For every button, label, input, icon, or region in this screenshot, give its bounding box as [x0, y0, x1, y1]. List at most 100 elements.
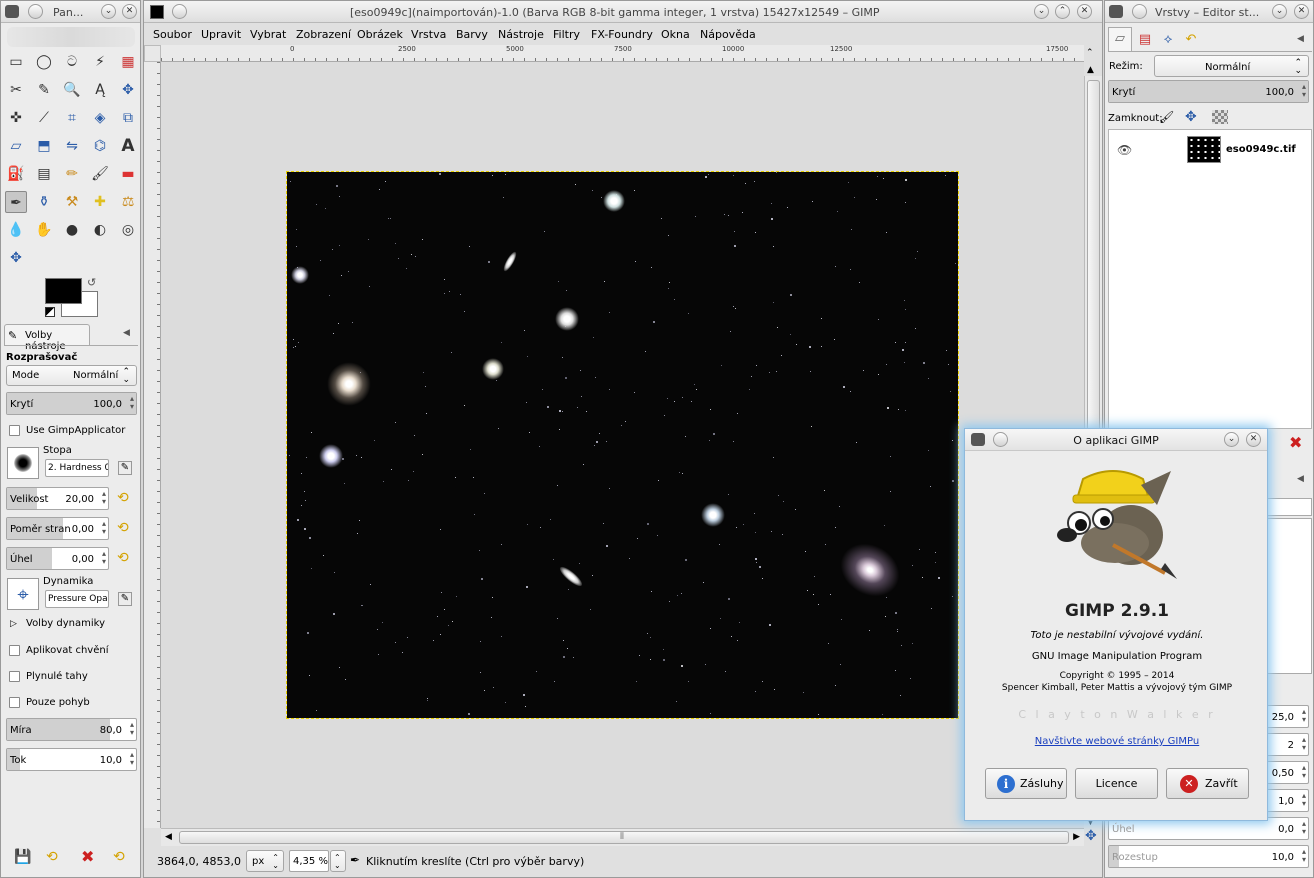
smudge-icon[interactable]: ✋ — [33, 219, 55, 241]
jitter-checkbox[interactable] — [9, 645, 20, 656]
size-slider[interactable]: Velikost 20,00 ▴ ▾ — [6, 487, 109, 510]
save-options-icon[interactable]: 💾 — [14, 849, 31, 865]
swap-colors-icon[interactable]: ↺ — [87, 276, 96, 289]
default-colors-icon[interactable] — [45, 307, 55, 317]
lock-position-icon[interactable]: ✥ — [1185, 109, 1197, 125]
credits-button[interactable]: i Zásluhy — [985, 768, 1067, 799]
foreground-select-icon[interactable]: ✎ — [33, 79, 55, 101]
eraser-icon[interactable]: ▬ — [117, 163, 139, 185]
hscroll-left-icon[interactable]: ◀ — [165, 832, 172, 842]
restore-options-icon[interactable]: ⟲ — [46, 849, 58, 865]
angle-slider[interactable]: Úhel 0,00 ▴ ▾ — [6, 547, 109, 570]
menu-barvy[interactable]: Barvy — [456, 28, 488, 42]
menu-button[interactable] — [1132, 4, 1147, 19]
ellipse-select-icon[interactable]: ◯ — [33, 51, 55, 73]
dynamics-preview[interactable]: ⌖ — [7, 578, 39, 610]
brush-field[interactable]: 2. Hardness 0! — [45, 459, 109, 477]
foreground-color[interactable] — [45, 278, 82, 304]
shear-icon[interactable]: ▱ — [5, 135, 27, 157]
hscroll-right-icon[interactable]: ▶ — [1073, 832, 1080, 842]
menu-filtry[interactable]: Filtry — [553, 28, 580, 42]
perspective-icon[interactable]: ⬒ — [33, 135, 55, 157]
tab-menu-icon[interactable]: ◀ — [123, 328, 130, 338]
tool-options-tab[interactable]: ✎ Volby nástroje — [4, 324, 90, 352]
layer-opacity-slider[interactable]: Krytí 100,0 ▴ ▾ — [1108, 80, 1309, 103]
minimize-button[interactable]: ⌄ — [1034, 4, 1049, 19]
reset-aspect-icon[interactable]: ⟲ — [117, 520, 129, 536]
zoom-icon[interactable]: 🔍 — [61, 79, 83, 101]
nav-up-icon[interactable]: ⌃ — [1086, 48, 1094, 58]
tab-menu-icon[interactable]: ◀ — [1297, 34, 1304, 44]
lock-alpha-icon[interactable] — [1212, 110, 1228, 124]
tab-paths[interactable]: ⟡ — [1157, 29, 1179, 51]
flow-slider[interactable]: Tok 10,0 ▴ ▾ — [6, 748, 137, 771]
menu-soubor[interactable]: Soubor — [153, 28, 192, 42]
clone-icon[interactable]: ⚒ — [61, 191, 83, 213]
reset-options-icon[interactable]: ⟲ — [113, 849, 125, 865]
ink-icon[interactable]: ⚱ — [33, 191, 55, 213]
eye-icon[interactable]: 👁 — [1117, 143, 1132, 157]
lock-pixels-icon[interactable]: 🖌 — [1159, 110, 1174, 124]
mode-combo[interactable]: Mode Normální ⌃ ⌄ — [6, 365, 137, 386]
paths-icon[interactable]: Ą — [89, 79, 111, 101]
delete-options-icon[interactable]: ✖ — [81, 847, 94, 866]
align-icon[interactable]: ✜ — [5, 107, 27, 129]
layer-row[interactable]: 👁 eso0949c.tif — [1109, 132, 1311, 168]
scissors-icon[interactable]: ✂ — [5, 79, 27, 101]
pencil-icon[interactable]: ✏ — [61, 163, 83, 185]
menu-button[interactable] — [172, 4, 187, 19]
brush-preview[interactable] — [7, 447, 39, 479]
menu-napoveda[interactable]: Nápověda — [700, 28, 756, 42]
scale-icon[interactable]: ⧉ — [117, 107, 139, 129]
measure-icon[interactable]: ⟋ — [33, 107, 55, 129]
zoom-field[interactable]: 4,35 % — [289, 850, 329, 872]
unit-combo[interactable]: px ⌃ ⌄ — [246, 850, 284, 872]
close-button[interactable]: ✕ — [1077, 4, 1092, 19]
bucket-fill-icon[interactable]: ⛽ — [5, 163, 27, 185]
menu-okna[interactable]: Okna — [661, 28, 690, 42]
menu-zobrazeni[interactable]: Zobrazení — [296, 28, 351, 42]
incremental-checkbox[interactable] — [9, 697, 20, 708]
close-button[interactable]: ✕ — [122, 4, 137, 19]
menu-obrazek[interactable]: Obrázek — [357, 28, 403, 42]
menu-vybrat[interactable]: Vybrat — [250, 28, 286, 42]
menu-upravit[interactable]: Upravit — [201, 28, 241, 42]
airbrush-icon[interactable]: ✒ — [5, 191, 27, 213]
crop-icon[interactable]: ⌗ — [61, 107, 83, 129]
menu-button[interactable] — [28, 4, 43, 19]
flip-icon[interactable]: ⇋ — [61, 135, 83, 157]
rect-select-icon[interactable]: ▭ — [5, 51, 27, 73]
hscroll-thumb[interactable]: ⦀ — [179, 831, 1069, 844]
spacing-slider[interactable]: Rozestup 10,0 ▴ ▾ — [1108, 845, 1309, 868]
rate-slider[interactable]: Míra 80,0 ▴ ▾ — [6, 718, 137, 741]
menu-nastroje[interactable]: Nástroje — [498, 28, 544, 42]
zoom-combo[interactable]: ⌃ ⌄ — [330, 850, 346, 872]
tab-menu-icon[interactable]: ◀ — [1297, 474, 1304, 484]
spiral-icon[interactable]: ◎ — [117, 219, 139, 241]
tab-layers[interactable]: ▱ — [1108, 27, 1132, 51]
smooth-checkbox[interactable] — [9, 671, 20, 682]
horizontal-scrollbar[interactable]: ◀ ⦀ ▶ — [161, 828, 1084, 846]
reset-angle-icon[interactable]: ⟲ — [117, 550, 129, 566]
paintbrush-icon[interactable]: 🖌 — [89, 163, 111, 185]
vscroll-up-icon[interactable]: ▲ — [1087, 65, 1094, 75]
text-icon[interactable]: A — [117, 135, 139, 157]
close-dialog-button[interactable]: ✕ Zavřít — [1166, 768, 1249, 799]
edit-brush-icon[interactable]: ✎ — [118, 461, 132, 475]
edit-dynamics-icon[interactable]: ✎ — [118, 592, 132, 606]
use-applicator-checkbox[interactable] — [9, 425, 20, 436]
opacity-slider[interactable]: Krytí 100,0 ▴ ▾ — [6, 392, 137, 415]
website-link[interactable]: Navštivte webové stránky GIMPu — [965, 736, 1269, 747]
heal-icon[interactable]: ✚ — [89, 191, 111, 213]
blend-icon[interactable]: ▤ — [33, 163, 55, 185]
unified-transform-icon[interactable]: ✥ — [5, 247, 27, 269]
horizontal-ruler[interactable]: 0 2500 5000 7500 10000 12500 17500 — [161, 45, 1084, 62]
rotate-icon[interactable]: ◈ — [89, 107, 111, 129]
dodge-burn-icon[interactable]: ● — [61, 219, 83, 241]
navigate-icon[interactable]: ✥ — [1085, 828, 1097, 844]
layer-mode-combo[interactable]: Normální ⌃ ⌄ — [1154, 55, 1309, 77]
license-button[interactable]: Licence — [1075, 768, 1158, 799]
ruler-corner[interactable] — [144, 45, 161, 62]
perspective-clone-icon[interactable]: ⚖ — [117, 191, 139, 213]
image-canvas[interactable] — [286, 171, 959, 719]
